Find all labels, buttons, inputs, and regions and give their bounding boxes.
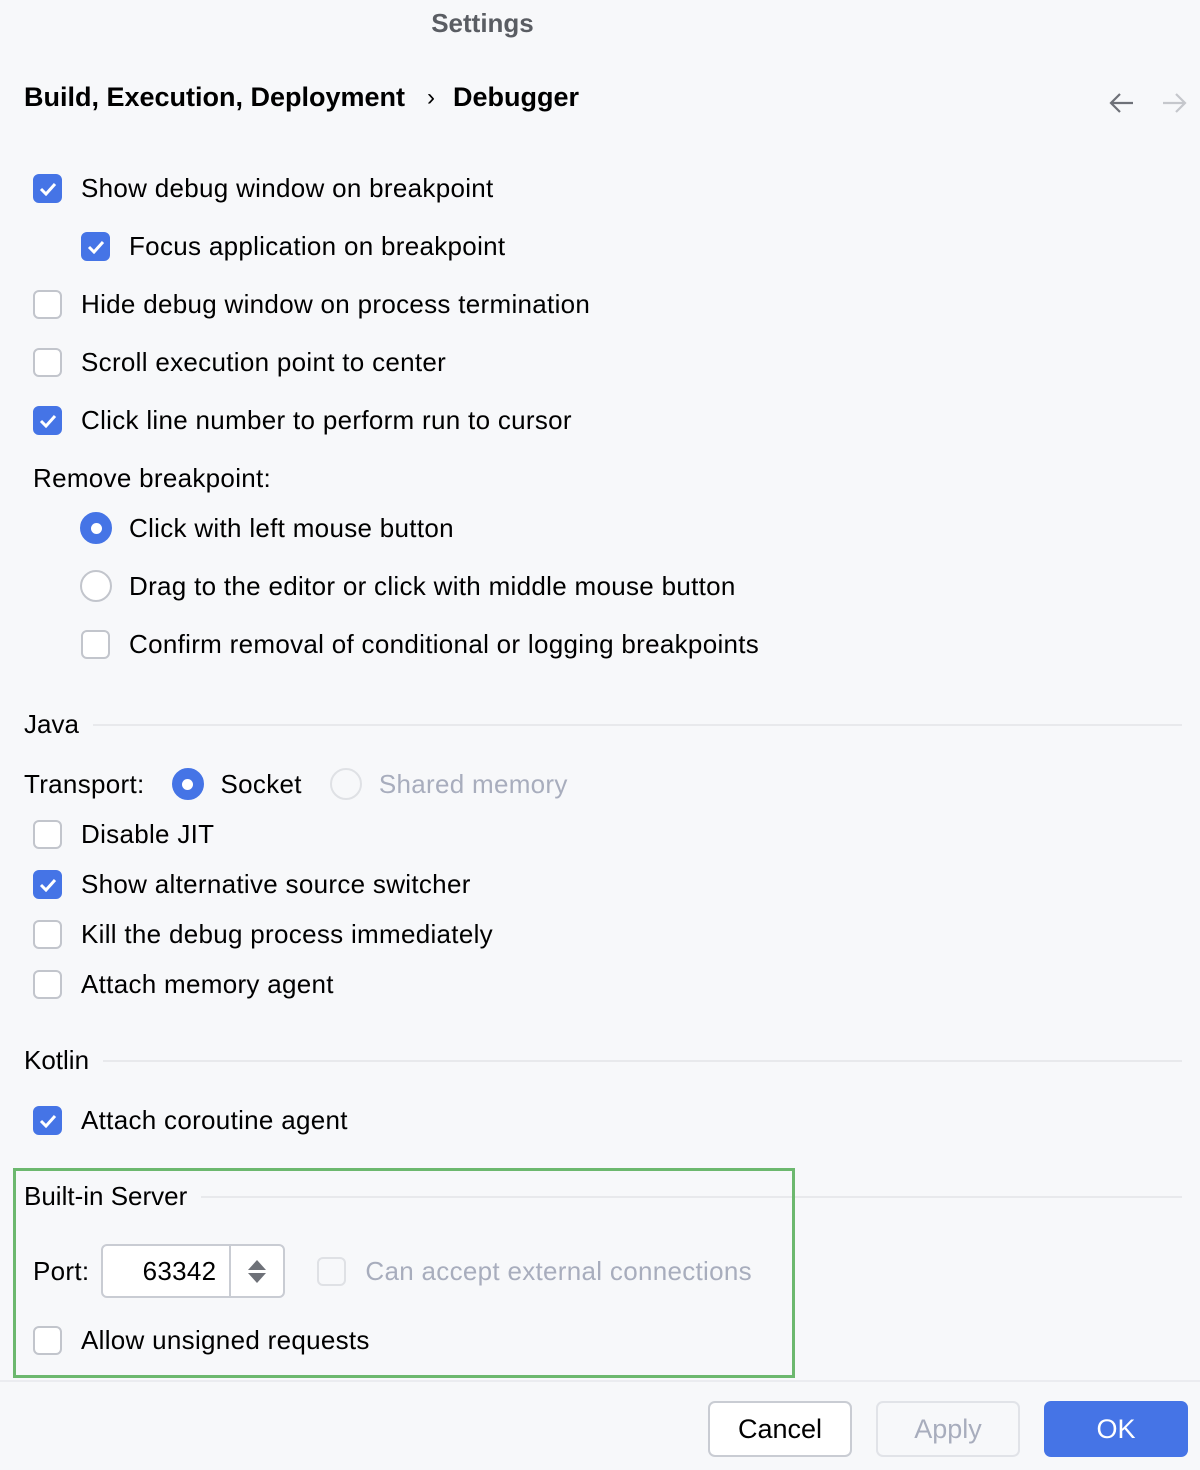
- focus-application-checkbox[interactable]: Focus application on breakpoint: [81, 231, 505, 262]
- breadcrumb-separator: ›: [427, 83, 436, 111]
- checkbox-label: Scroll execution point to center: [81, 347, 447, 377]
- remove-left-click-radio[interactable]: Click with left mouse button: [80, 512, 454, 544]
- remove-breakpoint-label: Remove breakpoint:: [33, 463, 272, 493]
- checkbox-label: Hide debug window on process termination: [81, 289, 591, 319]
- checkbox-unchecked-icon[interactable]: [33, 820, 62, 849]
- arrow-left-icon: [1109, 93, 1133, 113]
- checkbox-unchecked-icon[interactable]: [33, 290, 62, 319]
- checkbox-label: Show debug window on breakpoint: [81, 173, 494, 203]
- radio-label: Drag to the editor or click with middle …: [129, 570, 736, 601]
- click-line-number-checkbox[interactable]: Click line number to perform run to curs…: [33, 405, 572, 436]
- breadcrumb-parent[interactable]: Build, Execution, Deployment: [24, 82, 405, 113]
- checkbox-checked-icon[interactable]: [81, 232, 110, 261]
- checkbox-unchecked-icon[interactable]: [33, 920, 62, 949]
- java-section-header: Java: [24, 709, 1182, 740]
- attach-coroutine-agent-checkbox[interactable]: Attach coroutine agent: [33, 1105, 348, 1136]
- transport-row: Transport: Socket Shared memory: [24, 768, 568, 800]
- checkbox-checked-icon[interactable]: [33, 870, 62, 899]
- checkbox-unchecked-icon[interactable]: [81, 630, 110, 659]
- checkbox-checked-icon[interactable]: [33, 1106, 62, 1135]
- checkbox-label: Confirm removal of conditional or loggin…: [129, 629, 760, 659]
- footer-divider: [0, 1380, 1200, 1382]
- checkbox-label: Attach coroutine agent: [81, 1105, 348, 1135]
- scroll-execution-point-checkbox[interactable]: Scroll execution point to center: [33, 347, 446, 378]
- kill-debug-process-checkbox[interactable]: Kill the debug process immediately: [33, 919, 493, 950]
- arrow-right-icon: [1163, 93, 1187, 113]
- checkbox-checked-icon[interactable]: [33, 174, 62, 203]
- checkbox-label: Focus application on breakpoint: [129, 231, 506, 261]
- section-divider: [92, 723, 1182, 726]
- transport-shared-memory-label: Shared memory: [378, 768, 568, 799]
- window-title: Settings: [431, 8, 534, 38]
- attach-memory-agent-checkbox[interactable]: Attach memory agent: [33, 969, 334, 1000]
- radio-label: Click with left mouse button: [129, 512, 454, 543]
- transport-label: Transport:: [24, 768, 145, 799]
- back-button[interactable]: [1108, 88, 1136, 118]
- kotlin-section-header: Kotlin: [24, 1045, 1182, 1076]
- forward-button[interactable]: [1160, 88, 1188, 118]
- section-title: Kotlin: [24, 1045, 90, 1075]
- cancel-button[interactable]: Cancel: [708, 1401, 852, 1457]
- radio-unselected-icon[interactable]: [80, 570, 112, 602]
- confirm-removal-checkbox[interactable]: Confirm removal of conditional or loggin…: [81, 629, 759, 660]
- remove-drag-radio[interactable]: Drag to the editor or click with middle …: [80, 570, 736, 602]
- checkbox-unchecked-icon[interactable]: [33, 348, 62, 377]
- checkbox-label: Attach memory agent: [81, 969, 334, 999]
- disable-jit-checkbox[interactable]: Disable JIT: [33, 819, 214, 850]
- checkbox-unchecked-icon[interactable]: [33, 970, 62, 999]
- section-title: Java: [24, 709, 79, 739]
- radio-selected-icon[interactable]: [80, 512, 112, 544]
- alt-source-switcher-checkbox[interactable]: Show alternative source switcher: [33, 869, 471, 900]
- radio-selected-icon[interactable]: [171, 768, 204, 800]
- apply-button[interactable]: Apply: [876, 1401, 1020, 1457]
- checkbox-checked-icon[interactable]: [33, 406, 62, 435]
- highlight-frame: [13, 1168, 795, 1378]
- breadcrumb: Build, Execution, Deployment › Debugger: [24, 82, 579, 113]
- section-divider: [103, 1059, 1182, 1062]
- checkbox-label: Disable JIT: [81, 819, 215, 849]
- show-debug-window-checkbox[interactable]: Show debug window on breakpoint: [33, 173, 494, 204]
- checkbox-label: Show alternative source switcher: [81, 869, 471, 899]
- hide-debug-window-checkbox[interactable]: Hide debug window on process termination: [33, 289, 590, 320]
- radio-disabled-icon: [329, 768, 362, 800]
- checkbox-label: Kill the debug process immediately: [81, 919, 493, 949]
- checkbox-label: Click line number to perform run to curs…: [81, 405, 572, 435]
- transport-socket-label[interactable]: Socket: [221, 769, 302, 800]
- breadcrumb-current: Debugger: [453, 82, 580, 112]
- ok-button[interactable]: OK: [1044, 1401, 1188, 1457]
